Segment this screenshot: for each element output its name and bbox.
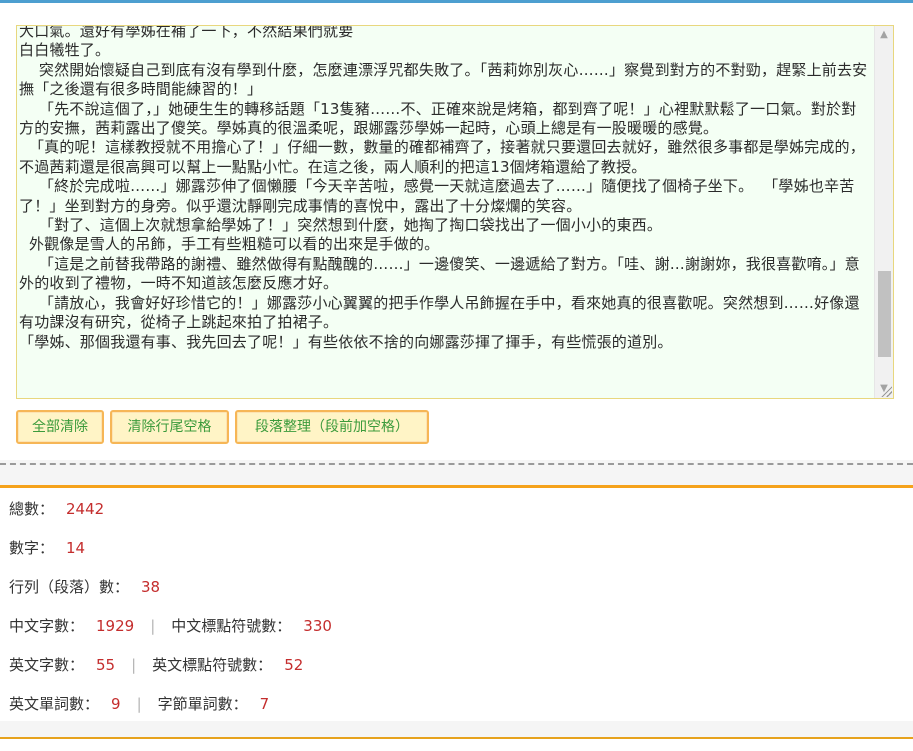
scroll-thumb[interactable] xyxy=(878,271,891,357)
paragraph-format-button[interactable]: 段落整理（段前加空格） xyxy=(235,410,429,444)
stat-label: 英文標點符號數： xyxy=(152,656,273,674)
stat-label: 行列（段落）數： xyxy=(9,578,130,596)
stat-digits: 數字： 14 xyxy=(9,537,85,558)
vertical-scrollbar[interactable]: ▲ ▼ xyxy=(874,26,893,398)
stat-separator: | xyxy=(131,656,137,674)
stat-value: 55 xyxy=(96,656,116,674)
stat-separator: | xyxy=(150,617,156,635)
stat-lines: 行列（段落）數： 38 xyxy=(9,576,160,597)
stat-value: 38 xyxy=(141,578,161,596)
stat-label: 字節單詞數： xyxy=(157,695,248,713)
stat-label: 英文字數： xyxy=(9,656,85,674)
trim-trailing-spaces-button[interactable]: 清除行尾空格 xyxy=(110,410,229,444)
stat-label: 英文單詞數： xyxy=(9,695,100,713)
stat-label: 總數： xyxy=(9,500,55,518)
stat-separator: | xyxy=(136,695,142,713)
text-content[interactable]: 大口氣。還好有學姊在補了一下，不然結果們就要 白白犧牲了。 突然開始懷疑自己到底… xyxy=(19,26,871,352)
scroll-up-arrow-icon[interactable]: ▲ xyxy=(875,26,893,44)
text-input-area[interactable]: 大口氣。還好有學姊在補了一下，不然結果們就要 白白犧牲了。 突然開始懷疑自己到底… xyxy=(16,25,894,399)
dashed-divider xyxy=(0,463,913,465)
editor-panel: 大口氣。還好有學姊在補了一下，不然結果們就要 白白犧牲了。 突然開始懷疑自己到底… xyxy=(0,3,913,460)
stat-label: 中文字數： xyxy=(9,617,85,635)
stat-value: 14 xyxy=(66,539,86,557)
stat-value: 2442 xyxy=(66,500,105,518)
stat-chinese: 中文字數： 1929 | 中文標點符號數： 330 xyxy=(9,615,332,636)
stat-value: 9 xyxy=(111,695,121,713)
clear-all-button[interactable]: 全部清除 xyxy=(16,410,104,444)
stat-words: 英文單詞數： 9 | 字節單詞數： 7 xyxy=(9,693,269,714)
resize-grip-icon[interactable] xyxy=(880,385,892,397)
statistics-panel: 總數： 2442 數字： 14 行列（段落）數： 38 中文字數： 1929 | 中文標點符… xyxy=(0,485,913,721)
stat-total: 總數： 2442 xyxy=(9,498,104,519)
stat-label: 數字： xyxy=(9,539,55,557)
stat-value: 330 xyxy=(303,617,332,635)
stat-english: 英文字數： 55 | 英文標點符號數： 52 xyxy=(9,654,303,675)
stat-value: 52 xyxy=(284,656,304,674)
stat-value: 1929 xyxy=(96,617,135,635)
stat-label: 中文標點符號數： xyxy=(171,617,292,635)
stat-value: 7 xyxy=(259,695,270,713)
